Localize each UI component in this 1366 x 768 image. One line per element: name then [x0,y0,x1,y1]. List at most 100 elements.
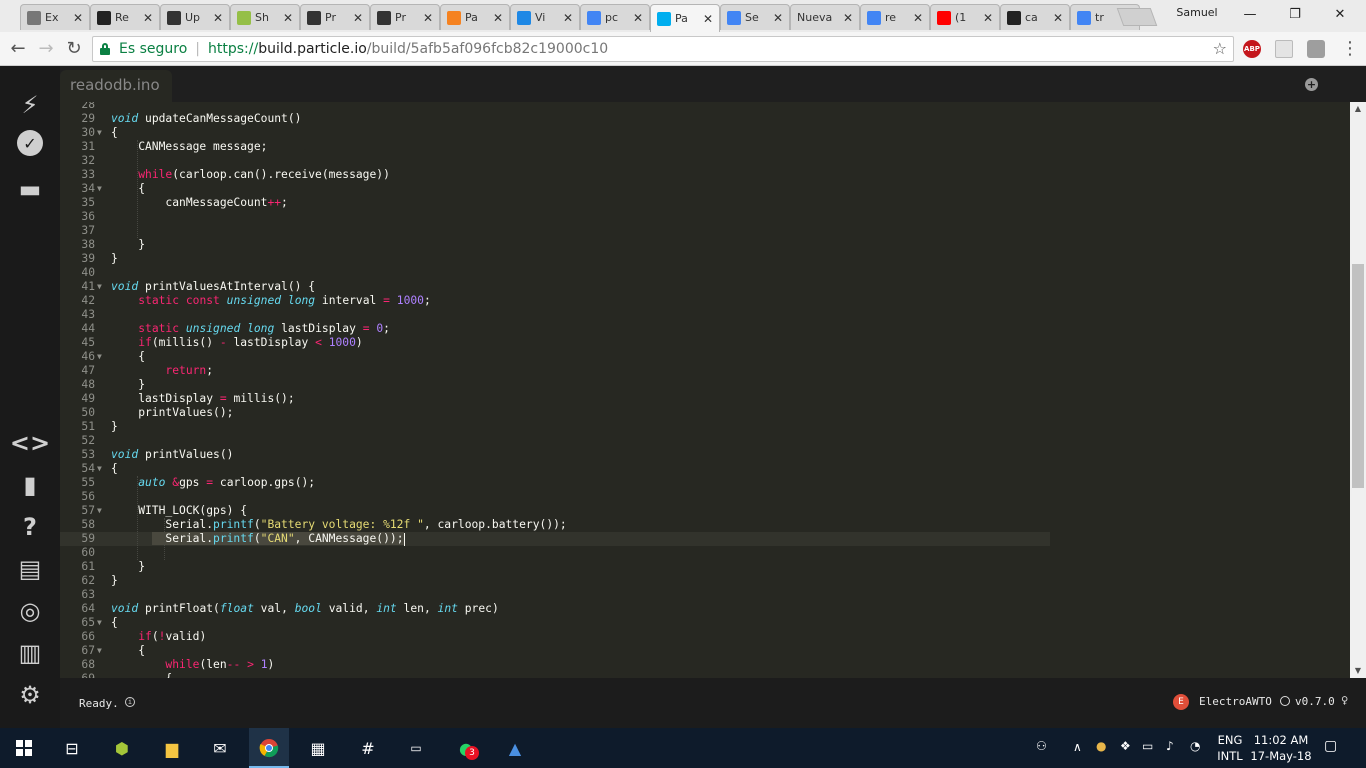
code-line[interactable]: 32 [60,154,1350,168]
tab-close-icon[interactable]: ✕ [352,11,364,25]
tab-close-icon[interactable]: ✕ [212,11,224,25]
tab-close-icon[interactable]: ✕ [142,11,154,25]
code-line[interactable]: 36 [60,210,1350,224]
clock-date[interactable]: 17-May-18 [1250,749,1312,763]
code-line[interactable]: 48 } [60,378,1350,392]
extension-icon[interactable] [1275,40,1293,58]
docs-icon[interactable]: ▤ [13,552,47,586]
browser-tab[interactable]: re ✕ [860,4,930,30]
browser-tab[interactable]: Pr ✕ [370,4,440,30]
code-line[interactable]: 44 static unsigned long lastDisplay = 0; [60,322,1350,336]
code-line[interactable]: 60 [60,546,1350,560]
windows-start-icon[interactable] [12,736,36,760]
tray-chevron-icon[interactable]: ∧ [1073,740,1082,754]
menu-icon[interactable]: ⋮ [1338,37,1362,61]
add-file-icon[interactable]: + [1305,78,1318,91]
editor-scrollbar[interactable]: ▲ ▼ [1350,102,1366,678]
code-line[interactable]: 33 while(carloop.can().receive(message)) [60,168,1350,182]
help-icon[interactable]: ? [13,510,47,544]
code-line[interactable]: 56 [60,490,1350,504]
tab-close-icon[interactable]: ✕ [282,11,294,25]
store-icon[interactable]: ▦ [306,736,330,760]
code-line[interactable]: 46 ▼ { [60,350,1350,364]
tab-close-icon[interactable]: ✕ [562,11,574,25]
code-line[interactable]: 41 ▼ void printValuesAtInterval() { [60,280,1350,294]
code-line[interactable]: 30 ▼ { [60,126,1350,140]
fold-arrow-icon[interactable]: ▼ [97,616,102,630]
code-line[interactable]: 54 ▼ { [60,462,1350,476]
info-icon[interactable]: i [125,697,135,707]
code-line[interactable]: 67 ▼ { [60,644,1350,658]
folder-icon[interactable]: ▬ [13,172,47,206]
console-icon[interactable]: ▥ [13,636,47,670]
profile-button[interactable]: Samuel [1160,6,1234,24]
forward-button[interactable]: → [34,37,58,61]
browser-tab[interactable]: Vi ✕ [510,4,580,30]
browser-tab[interactable]: Se ✕ [720,4,790,30]
device-badge[interactable]: E [1173,694,1189,710]
browser-tab[interactable]: Up ✕ [160,4,230,30]
browser-tab[interactable]: Pr ✕ [300,4,370,30]
minimize-icon[interactable]: — [1232,4,1268,26]
code-line[interactable]: 55 auto &gps = carloop.gps(); [60,476,1350,490]
new-tab-button[interactable] [1116,8,1158,26]
arduino-icon[interactable]: ▲ [503,736,527,760]
fold-arrow-icon[interactable]: ▼ [97,280,102,294]
code-editor[interactable]: 28 29 void updateCanMessageCount() 30 ▼{31 C… [60,102,1350,678]
flash-icon[interactable]: ⚡ [13,88,47,122]
code-line[interactable]: 38 } [60,238,1350,252]
code-line[interactable]: 34 ▼ { [60,182,1350,196]
close-window-icon[interactable]: ✕ [1322,4,1358,26]
fold-arrow-icon[interactable]: ▼ [97,126,102,140]
code-line[interactable]: 43 [60,308,1350,322]
tab-close-icon[interactable]: ✕ [1052,11,1064,25]
chrome-icon[interactable] [257,736,281,760]
code-line[interactable]: 35 canMessageCount++; [60,196,1350,210]
back-button[interactable]: ← [6,37,30,61]
code-line[interactable]: 68 while(len-- > 1) [60,658,1350,672]
notifications-icon[interactable]: ▢ [1324,738,1337,754]
address-bar[interactable]: Es seguro | https://build.particle.io/bu… [92,36,1234,62]
firmware-version[interactable]: v0.7.0 [1295,695,1335,708]
terminal-icon[interactable]: ▭ [404,736,428,760]
scroll-down-icon[interactable]: ▼ [1350,664,1366,678]
devices-icon[interactable]: ◎ [13,594,47,628]
scrollbar-thumb[interactable] [1352,264,1364,488]
code-line[interactable]: 62} [60,574,1350,588]
libraries-icon[interactable]: ▮ [13,468,47,502]
browser-tab[interactable]: (1 ✕ [930,4,1000,30]
fold-arrow-icon[interactable]: ▼ [97,182,102,196]
fold-arrow-icon[interactable]: ▼ [97,350,102,364]
tab-close-icon[interactable]: ✕ [842,11,854,25]
code-line[interactable]: 57 ▼ WITH_LOCK(gps) { [60,504,1350,518]
code-line[interactable]: 59 Serial.printf("CAN", CANMessage()); [60,532,1050,546]
people-icon[interactable]: ⚇ [1036,739,1047,753]
code-line[interactable]: 42 static const unsigned long interval =… [60,294,1350,308]
browser-tab[interactable]: pc ✕ [580,4,650,30]
dropbox-icon[interactable]: ❖ [1120,739,1131,753]
slack-icon[interactable]: # [356,736,380,760]
tab-close-icon[interactable]: ✕ [912,11,924,25]
scroll-up-icon[interactable]: ▲ [1350,102,1366,116]
code-line[interactable]: 50 printValues(); [60,406,1350,420]
code-line[interactable]: 45 if(millis() - lastDisplay < 1000) [60,336,1350,350]
browser-tab[interactable]: Pa ✕ [440,4,510,30]
tab-close-icon[interactable]: ✕ [772,11,784,25]
browser-tab[interactable]: Nueva ✕ [790,4,860,30]
language-indicator[interactable]: ENG [1214,733,1246,747]
browser-tab[interactable]: Ex ✕ [20,4,90,30]
fold-arrow-icon[interactable]: ▼ [97,644,102,658]
task-view-icon[interactable]: ⊟ [60,736,84,760]
browser-tab[interactable]: Pa ✕ [650,4,720,32]
tab-close-icon[interactable]: ✕ [982,11,994,25]
code-line[interactable]: 52 [60,434,1350,448]
tab-close-icon[interactable]: ✕ [492,11,504,25]
code-line[interactable]: 31 CANMessage message; [60,140,1350,154]
fold-arrow-icon[interactable]: ▼ [97,462,102,476]
settings-icon[interactable]: ⚙ [13,678,47,712]
browser-tab[interactable]: Re ✕ [90,4,160,30]
wifi-icon[interactable]: ◔ [1190,739,1200,753]
code-line[interactable]: 47 return; [60,364,1350,378]
code-line[interactable]: 66 if(!valid) [60,630,1350,644]
fold-arrow-icon[interactable]: ▼ [97,504,102,518]
